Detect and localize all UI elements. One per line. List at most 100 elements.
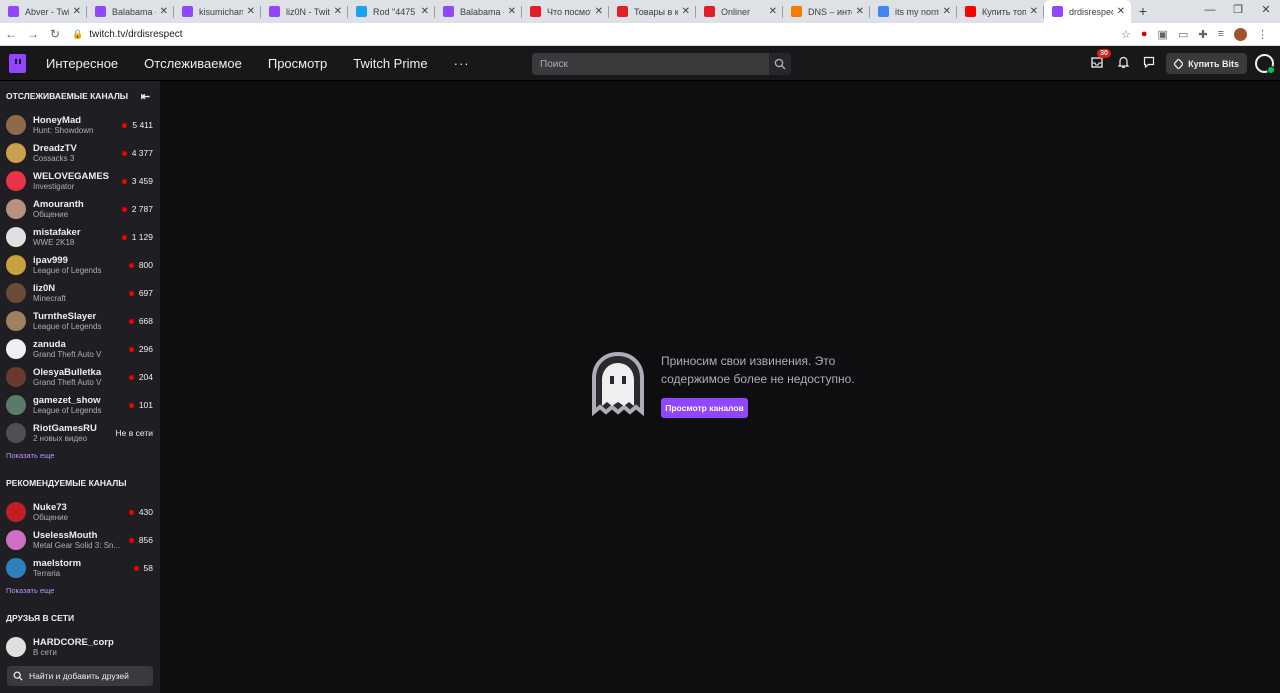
new-tab-icon[interactable]: + [1131, 0, 1155, 23]
channel-info: TurntheSlayer League of Legends [33, 311, 129, 331]
close-tab-icon[interactable]: ✕ [421, 6, 429, 17]
menu-dots-icon[interactable]: ⋮ [1257, 28, 1268, 41]
puzzle-icon[interactable]: ✚ [1198, 28, 1207, 41]
forward-icon[interactable]: → [22, 27, 44, 41]
url-text: twitch.tv/drdisrespect [89, 28, 183, 40]
nav-discover[interactable]: Интересное [46, 56, 118, 71]
user-avatar[interactable] [1255, 54, 1275, 74]
twitch-logo-icon[interactable] [9, 53, 26, 73]
extension-icon[interactable]: ▭ [1178, 28, 1188, 41]
close-tab-icon[interactable]: ✕ [943, 6, 951, 17]
show-more-followed-link[interactable]: Показать еще [0, 447, 160, 468]
maximize-icon[interactable]: ❐ [1224, 0, 1252, 20]
channel-avatar [6, 227, 26, 247]
channel-info: mistafaker WWE 2K18 [33, 227, 122, 247]
browser-tab[interactable]: drdisrespect ✕ [1044, 0, 1131, 23]
notifications-bell-icon[interactable] [1110, 56, 1136, 71]
show-more-recommended-link[interactable]: Показать еще [0, 582, 160, 603]
back-icon[interactable]: ← [0, 27, 22, 41]
extension-icon[interactable]: ▣ [1158, 28, 1168, 41]
tab-favicon-icon [617, 6, 628, 17]
channel-row[interactable]: maelstorm Terraria 58 [0, 554, 160, 582]
viewer-count-value: 296 [138, 344, 153, 354]
minimize-icon[interactable]: — [1196, 0, 1224, 20]
url-field[interactable]: 🔒 twitch.tv/drdisrespect [72, 29, 1121, 40]
channel-name: zanuda [33, 339, 66, 350]
nav-browse[interactable]: Просмотр [268, 56, 327, 71]
channel-row[interactable]: TurntheSlayer League of Legends 668 [0, 307, 160, 335]
close-tab-icon[interactable]: ✕ [1030, 6, 1038, 17]
channel-row[interactable]: RiotGamesRU 2 новых видео Не в сети [0, 419, 160, 447]
close-tab-icon[interactable]: ✕ [682, 6, 690, 17]
close-tab-icon[interactable]: ✕ [247, 6, 255, 17]
browse-channels-button[interactable]: Просмотр каналов [661, 398, 748, 418]
inbox-icon[interactable]: 30 [1084, 48, 1111, 71]
error-message-line-1: Приносим свои извинения. Это [661, 354, 836, 368]
viewer-count-value: 668 [138, 316, 153, 326]
channel-row[interactable]: liz0N Minecraft 697 [0, 279, 160, 307]
channel-row[interactable]: UselessMouth Metal Gear Solid 3: Sn... 856 [0, 526, 160, 554]
star-icon[interactable]: ☆ [1121, 28, 1131, 41]
channel-row[interactable]: ipav999 League of Legends 800 [0, 251, 160, 279]
reload-icon[interactable]: ↻ [44, 27, 66, 41]
close-tab-icon[interactable]: ✕ [334, 6, 342, 17]
channel-row[interactable]: WELOVEGAMES Investigator 3 459 [0, 167, 160, 195]
search-button[interactable] [769, 53, 791, 75]
viewer-count-value: 204 [138, 372, 153, 382]
twitch-top-nav: Интересное Отслеживаемое Просмотр Twitch… [0, 46, 1280, 81]
channel-row[interactable]: Amouranth Общение 2 787 [0, 195, 160, 223]
sidebar: ОТСЛЕЖИВАЕМЫЕ КАНАЛЫ ⇤ HoneyMad Hunt: Sho… [0, 81, 160, 693]
browser-tab[interactable]: Abver - Twit ✕ [0, 0, 87, 23]
close-tab-icon[interactable]: ✕ [1117, 6, 1125, 17]
extension-icon[interactable]: ● [1141, 28, 1148, 40]
nav-following[interactable]: Отслеживаемое [144, 56, 242, 71]
channel-row[interactable]: Nuke73 Общение 430 [0, 498, 160, 526]
tab-favicon-icon [1052, 6, 1063, 17]
channel-row[interactable]: HoneyMad Hunt: Showdown 5 411 [0, 111, 160, 139]
channel-name: HARDCORE_corp [33, 637, 114, 648]
buy-bits-button[interactable]: Купить Bits [1166, 53, 1247, 74]
close-tab-icon[interactable]: ✕ [595, 6, 603, 17]
channel-row[interactable]: gamezet_show League of Legends 101 [0, 391, 160, 419]
close-tab-icon[interactable]: ✕ [73, 6, 81, 17]
more-menu-icon[interactable]: ··· [454, 56, 470, 71]
browser-tab[interactable]: kisumichan - ✕ [174, 0, 261, 23]
viewer-count: 204 [128, 372, 153, 382]
viewer-count-value: 4 377 [131, 148, 153, 158]
close-tab-icon[interactable]: ✕ [160, 6, 168, 17]
browser-tab[interactable]: Товары в ка ✕ [609, 0, 696, 23]
channel-category: Grand Theft Auto V [33, 350, 102, 359]
browser-tab[interactable]: Balabama - ✕ [87, 0, 174, 23]
extensions-bar: ☆ ● ▣ ▭ ✚ ≡ ⋮ [1121, 27, 1268, 41]
nav-twitch-prime[interactable]: Twitch Prime [353, 56, 427, 71]
viewer-count: 430 [128, 507, 153, 517]
close-tab-icon[interactable]: ✕ [856, 6, 864, 17]
browser-tab[interactable]: Balabama - ✕ [435, 0, 522, 23]
browser-tab[interactable]: liz0N - Twitc ✕ [261, 0, 348, 23]
channel-name: RiotGamesRU [33, 423, 97, 434]
friend-search-input[interactable]: Найти и добавить друзей [7, 666, 153, 686]
close-tab-icon[interactable]: ✕ [508, 6, 516, 17]
browser-tab[interactable]: Onliner ✕ [696, 0, 783, 23]
browser-tab[interactable]: Rod "4475 S ✕ [348, 0, 435, 23]
channel-row[interactable]: mistafaker WWE 2K18 1 129 [0, 223, 160, 251]
followed-channels-list: HoneyMad Hunt: Showdown 5 411 DreadzTV Cossa… [0, 111, 160, 447]
channel-row[interactable]: HARDCORE_corp В сети [0, 633, 160, 661]
browser-tab[interactable]: DNS – интер ✕ [783, 0, 870, 23]
channel-row[interactable]: zanuda Grand Theft Auto V 296 [0, 335, 160, 363]
browser-tab[interactable]: its my norm ✕ [870, 0, 957, 23]
reading-list-icon[interactable]: ≡ [1218, 28, 1224, 40]
browser-tab[interactable]: Купить топо ✕ [957, 0, 1044, 23]
search-input[interactable]: Поиск [532, 53, 769, 75]
channel-row[interactable]: DreadzTV Cossacks 3 4 377 [0, 139, 160, 167]
channel-info: maelstorm Terraria [33, 558, 134, 578]
profile-avatar[interactable] [1234, 27, 1247, 41]
close-window-icon[interactable]: ✕ [1252, 0, 1280, 20]
whispers-icon[interactable] [1136, 56, 1162, 71]
channel-row[interactable]: OlesyaBulletka Grand Theft Auto V 204 [0, 363, 160, 391]
close-tab-icon[interactable]: ✕ [769, 6, 777, 17]
collapse-sidebar-icon[interactable]: ⇤ [141, 90, 150, 103]
live-dot-icon [121, 150, 127, 156]
tab-label: liz0N - Twitc [286, 6, 330, 17]
browser-tab[interactable]: Что посмот ✕ [522, 0, 609, 23]
